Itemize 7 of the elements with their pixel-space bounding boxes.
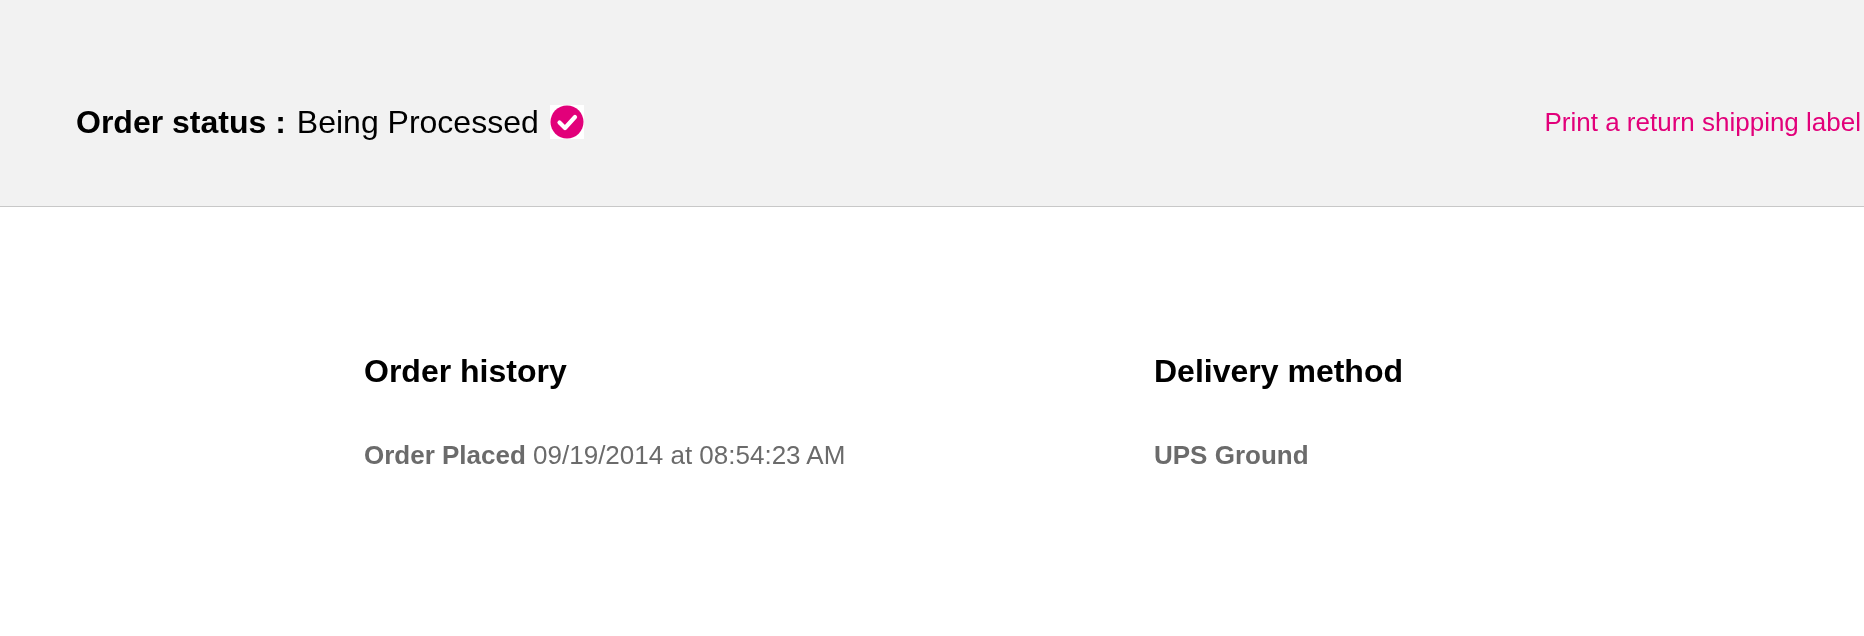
delivery-method-text: UPS Ground: [1154, 440, 1309, 470]
section-heading: Delivery method: [1154, 353, 1403, 390]
order-status-label: Order status :: [76, 103, 286, 141]
order-event-text: Order Placed 09/19/2014 at 08:54:23 AM: [364, 440, 846, 470]
section-heading: Order history: [364, 353, 567, 390]
order-status-value: Being Processed: [296, 103, 539, 141]
return-label-link[interactable]: Print a return shipping label: [1544, 107, 1861, 137]
